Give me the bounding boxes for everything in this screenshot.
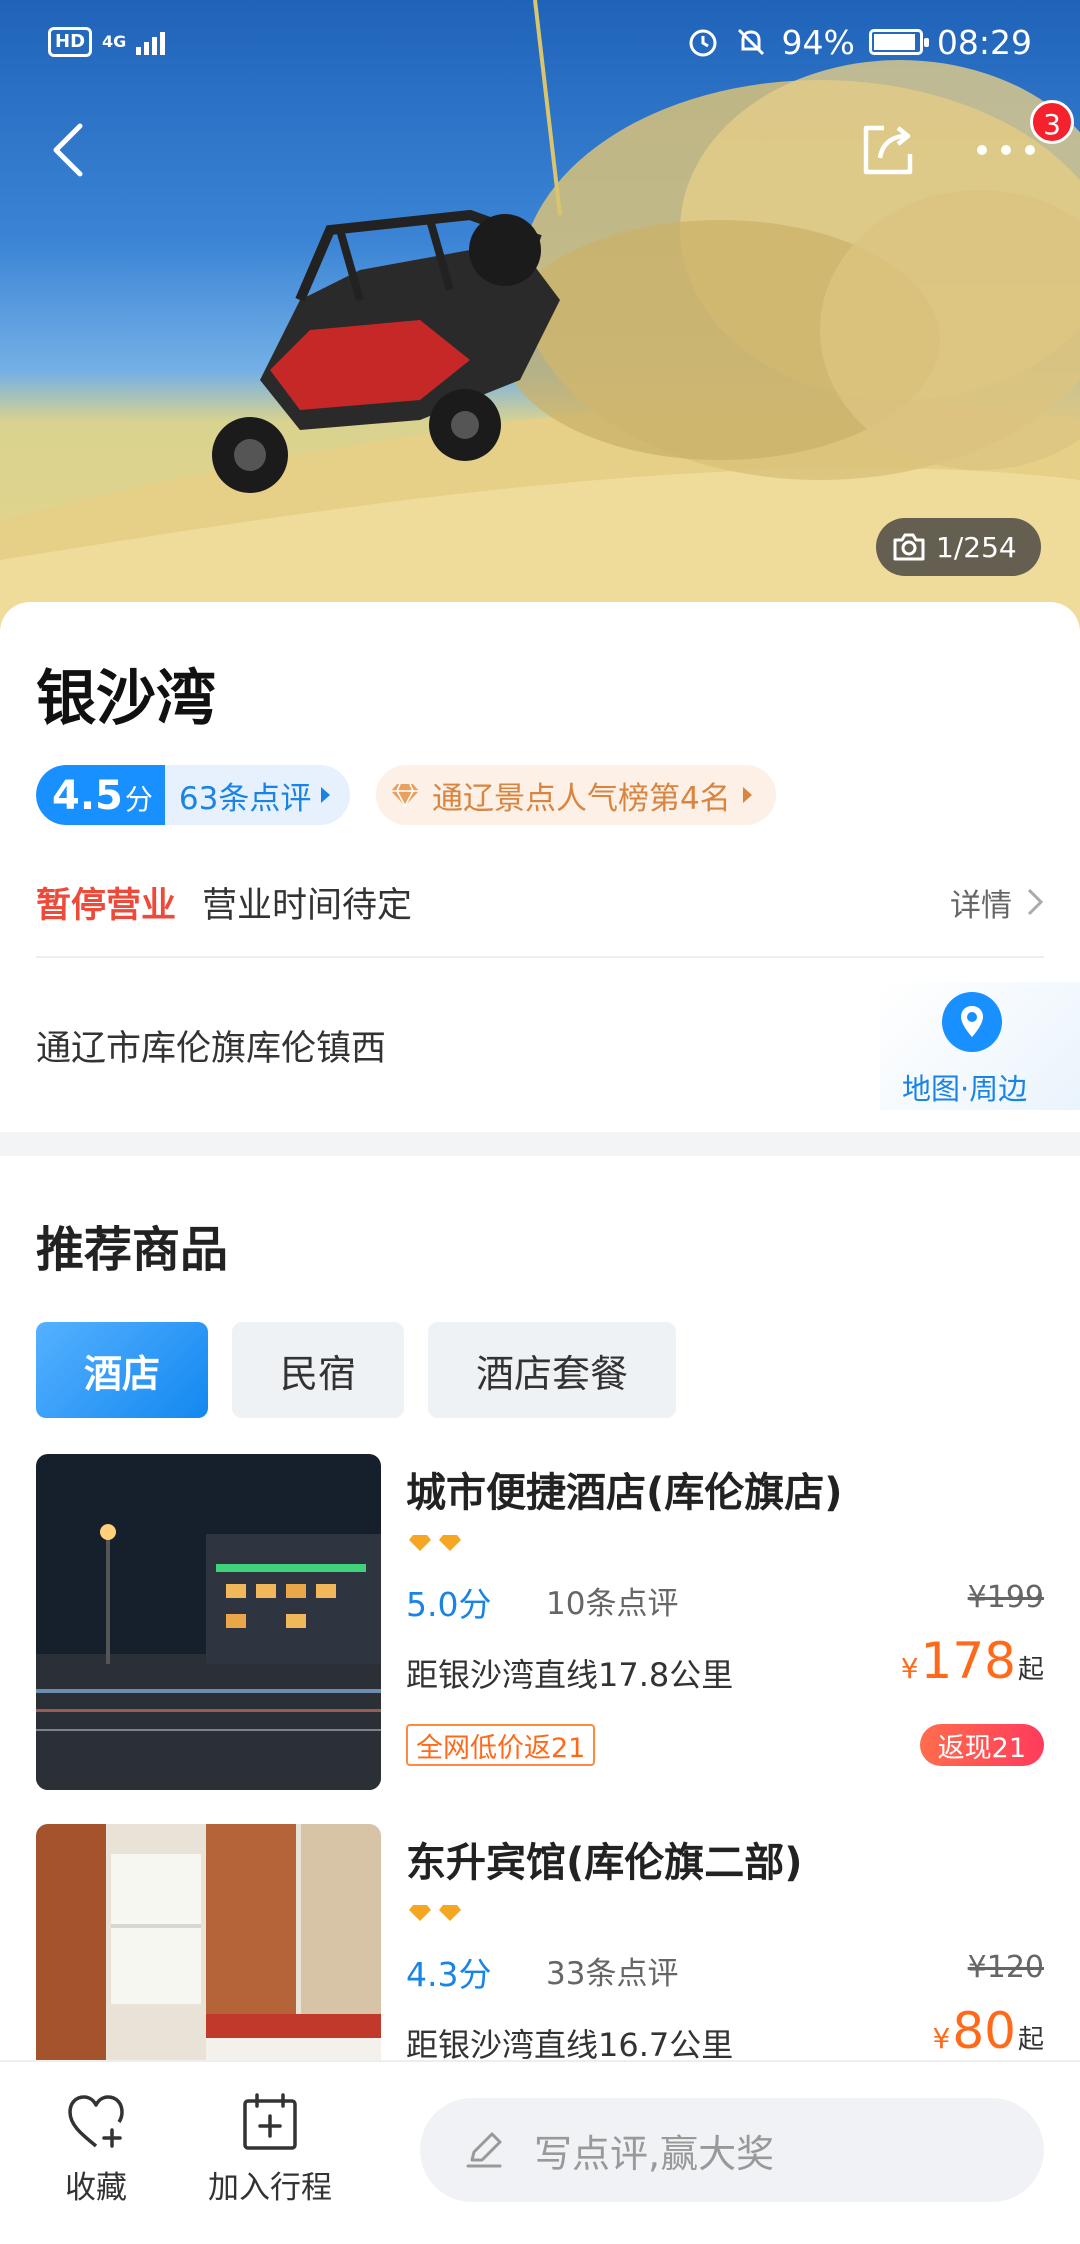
calendar-add-icon [243,2093,297,2150]
hero-photo[interactable]: HD 4G 94% 08:29 3 1/254 [0,0,1080,640]
photo-counter[interactable]: 1/254 [876,518,1041,576]
share-icon [863,125,913,175]
promo-tag: 全网低价返21 [406,1724,596,1766]
score-unit: 分 [124,783,153,816]
status-bar: HD 4G 94% 08:29 [0,0,1080,84]
original-price: ¥199 [967,1580,1044,1615]
attraction-title: 银沙湾 [36,664,216,734]
hotel-grade [408,1904,462,1922]
tab-hotel-package[interactable]: 酒店套餐 [428,1322,677,1418]
back-button[interactable] [28,110,108,190]
business-status: 暂停营业 [36,885,177,926]
currency-symbol: ¥ [900,1652,919,1685]
business-hours: 营业时间待定 [202,885,413,926]
diamond-icon [391,783,419,808]
write-review-input[interactable]: 写点评,赢大奖 [420,2098,1044,2202]
attraction-detail-page: HD 4G 94% 08:29 3 1/254 银沙湾 4.5 分 63条点评 … [0,0,1080,2244]
review-count-link[interactable]: 63条点评 [165,773,350,818]
diamond-icon [409,1535,431,1551]
price-suffix: 起 [1017,1655,1044,1685]
hotel-name: 东升宾馆(库伦旗二部) [406,1840,803,1886]
hotel-score: 5.0分 [406,1585,492,1624]
address[interactable]: 通辽市库伦旗库伦镇西 [36,1020,386,1071]
score-value: 4.5 [52,773,123,819]
map-nearby-label: 地图·周边 [902,1072,1028,1106]
hotel-price: ¥ 178 起 [901,1632,1044,1690]
battery-icon [868,29,929,55]
camera-icon [893,533,925,561]
diamond-icon [439,1905,461,1921]
location-pin-icon [942,992,1002,1052]
product-tabs: 酒店 民宿 酒店套餐 [36,1322,677,1418]
diamond-icon [439,1535,461,1551]
bottom-action-bar: 收藏 加入行程 写点评,赢大奖 [0,2060,1080,2244]
triangle-right-icon [321,787,331,803]
share-button[interactable] [848,110,928,190]
add-to-trip-button[interactable]: 加入行程 [200,2092,340,2207]
hotel-thumbnail [36,1454,381,1790]
chevron-right-icon [1027,888,1044,916]
photo-counter-text: 1/254 [936,530,1017,564]
pencil-icon [466,2132,502,2168]
write-review-placeholder: 写点评,赢大奖 [534,2131,775,2176]
hd-indicator: HD [48,27,93,57]
review-count: 63条点评 [178,780,312,817]
rating-pill[interactable]: 4.5 分 63条点评 [36,765,351,825]
hotel-reviews: 33条点评 [546,1956,679,1992]
more-icon [977,145,1035,155]
ranking-pill[interactable]: 通辽景点人气榜第4名 [376,765,776,825]
hotel-distance: 距银沙湾直线17.8公里 [406,1656,734,1694]
cashback-badge: 返现21 [919,1724,1044,1766]
details-label: 详情 [950,887,1012,924]
notification-badge: 3 [1030,100,1074,144]
back-icon [53,123,83,177]
hotel-score: 4.3分 [406,1955,492,1994]
hotel-price: ¥ 80 起 [933,2002,1044,2060]
tab-hotel[interactable]: 酒店 [36,1322,209,1418]
triangle-right-icon [742,787,752,803]
signal-icon [136,29,166,55]
ranking-text: 通辽景点人气榜第4名 [432,780,731,817]
original-price: ¥120 [967,1950,1044,1985]
hotel-reviews: 10条点评 [546,1586,679,1622]
price-amount: 80 [952,2002,1016,2060]
hotel-grade [408,1534,462,1552]
currency-symbol: ¥ [932,2022,951,2055]
battery-percent: 94% [781,22,855,62]
business-status-row: 暂停营业 营业时间待定 详情 [36,872,1044,932]
section-gap [0,1132,1080,1156]
tab-homestay[interactable]: 民宿 [232,1322,405,1418]
favorite-label: 收藏 [65,2170,127,2206]
price-suffix: 起 [1017,2025,1044,2055]
score-badge: 4.5 分 [36,765,165,825]
divider [36,956,1044,958]
favorite-button[interactable]: 收藏 [26,2092,166,2207]
price-amount: 178 [920,1632,1016,1690]
heart-add-icon [68,2095,124,2148]
diamond-icon [409,1905,431,1921]
section-title: 推荐商品 [36,1222,229,1278]
network-type: 4G [102,32,127,51]
map-nearby-button[interactable]: 地图·周边 [880,982,1080,1110]
clock: 08:29 [936,22,1032,62]
details-link[interactable]: 详情 [950,880,1044,925]
hotel-list-item[interactable]: 城市便捷酒店(库伦旗店) 5.0分 10条点评 ¥199 距银沙湾直线17.8公… [36,1454,1044,1790]
alarm-icon [689,29,717,57]
hotel-name: 城市便捷酒店(库伦旗店) [406,1470,843,1516]
add-to-trip-label: 加入行程 [208,2170,332,2206]
attraction-info-card: 银沙湾 4.5 分 63条点评 通辽景点人气榜第4名 暂停营业 营业时间待定 详… [0,602,1080,1132]
mute-icon [737,28,764,56]
